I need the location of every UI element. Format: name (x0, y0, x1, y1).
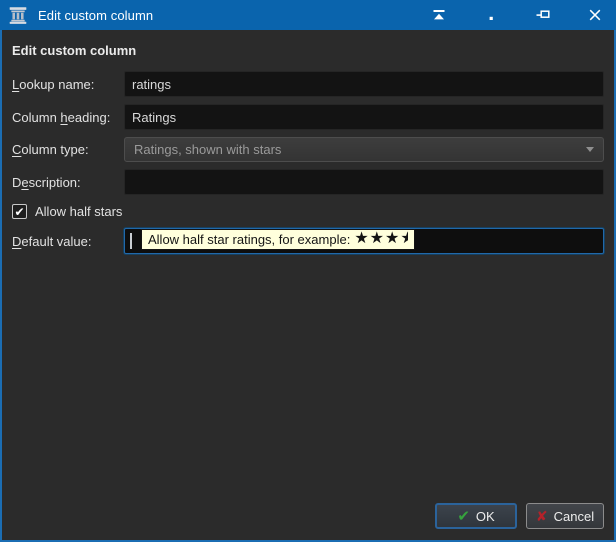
full-stars-icon: ★★★ (354, 230, 401, 247)
allow-half-stars-label: Allow half stars (35, 204, 123, 219)
dialog-heading: Edit custom column (12, 43, 137, 58)
checkmark-icon: ✔ (14, 204, 25, 219)
window-controls (402, 2, 610, 28)
dialog-body: Edit custom column Lookup name: Column h… (2, 30, 614, 540)
close-icon[interactable] (580, 2, 610, 28)
column-heading-input[interactable] (124, 104, 604, 130)
cancel-button[interactable]: ✘ Cancel (526, 503, 604, 529)
tooltip-text: Allow half star ratings, for example: (148, 231, 351, 247)
red-cross-icon: ✘ (535, 508, 548, 524)
column-type-value: Ratings, shown with stars (134, 142, 282, 157)
allow-half-stars-checkbox[interactable]: ✔ (12, 204, 27, 219)
dialog-button-row: ✔ OK ✘ Cancel (12, 503, 604, 529)
column-type-dropdown: Ratings, shown with stars (124, 137, 604, 162)
shade-window-icon[interactable] (424, 2, 454, 28)
ok-button[interactable]: ✔ OK (435, 503, 517, 529)
half-star-icon: ★ (400, 231, 409, 247)
description-input[interactable] (124, 169, 604, 195)
description-label: Description: (12, 174, 81, 190)
cancel-button-label: Cancel (553, 508, 595, 524)
chevron-down-icon (586, 147, 594, 152)
empty-space (12, 254, 604, 503)
lookup-name-input[interactable] (124, 71, 604, 97)
column-type-label: Column type: (12, 142, 89, 157)
calibre-pillar-icon (8, 5, 28, 25)
column-heading-label: Column heading: (12, 109, 111, 125)
lookup-name-label: Lookup name: (12, 76, 95, 92)
green-check-icon: ✔ (457, 507, 470, 525)
titlebar[interactable]: Edit custom column (0, 0, 616, 30)
minimize-icon[interactable] (476, 2, 506, 28)
text-cursor (130, 233, 132, 249)
edit-custom-column-dialog: Edit custom column Edit custom column Lo… (0, 0, 616, 542)
keep-above-pin-icon[interactable] (528, 2, 558, 28)
form-grid: Lookup name: Column heading: Column type… (12, 71, 604, 254)
default-value-field: Allow half star ratings, for example: ★★… (124, 228, 604, 254)
ok-button-label: OK (475, 508, 495, 524)
allow-half-stars-row[interactable]: ✔ Allow half stars (12, 204, 604, 219)
default-value-tooltip: Allow half star ratings, for example: ★★… (141, 229, 416, 250)
window-title: Edit custom column (38, 7, 154, 23)
default-value-label: Default value: (12, 233, 92, 249)
